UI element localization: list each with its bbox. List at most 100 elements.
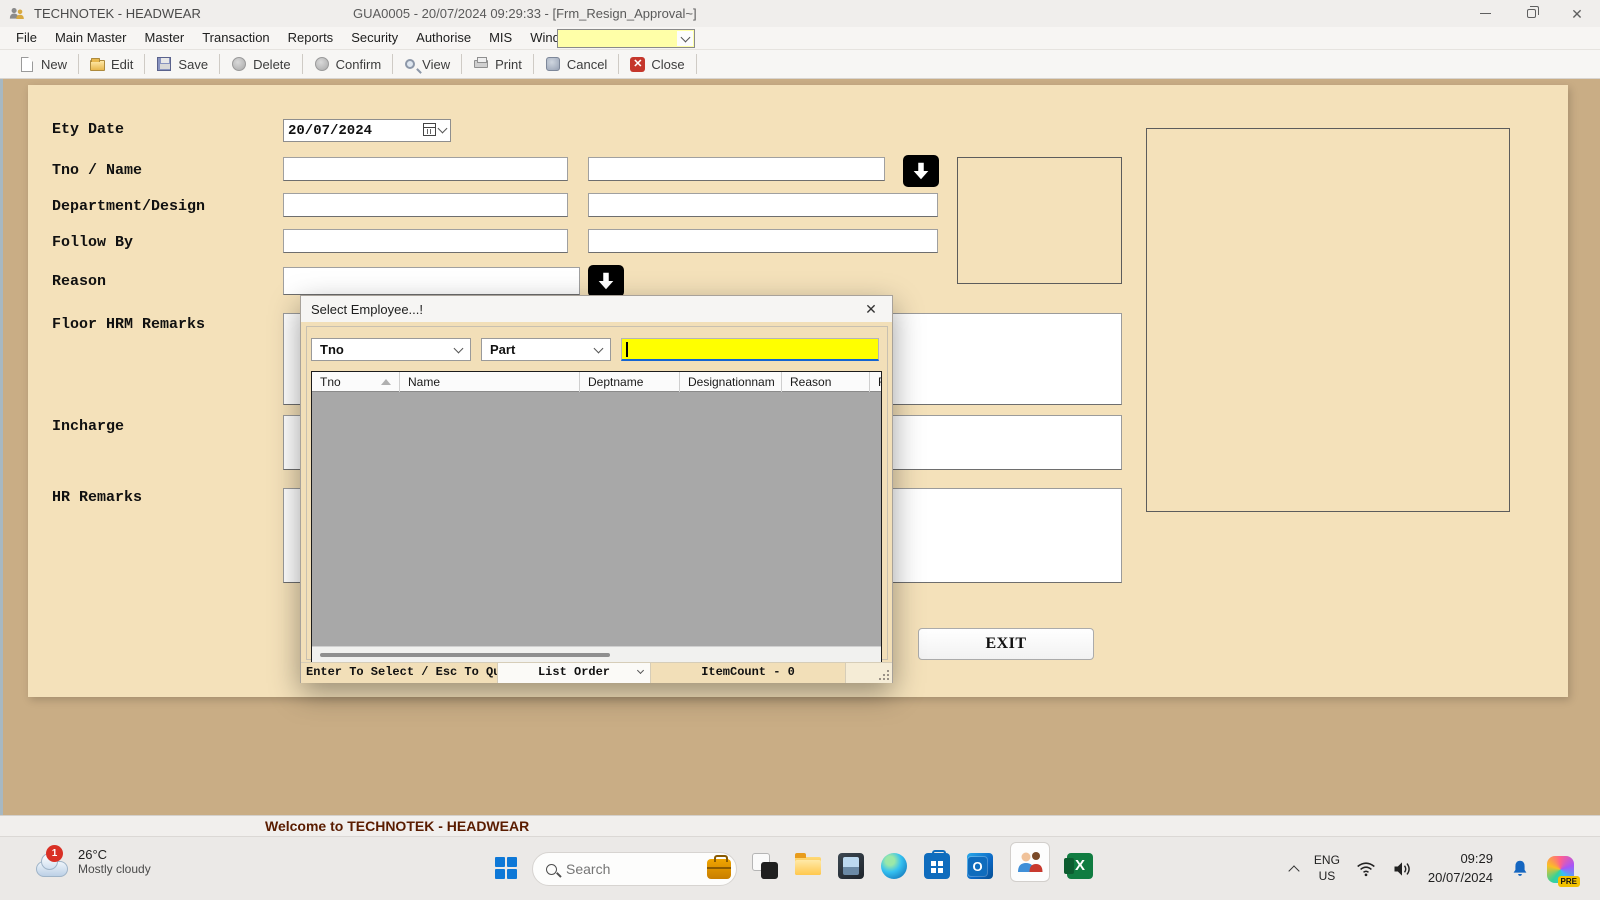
menu-security[interactable]: Security	[342, 27, 407, 49]
language-switcher[interactable]: ENG US	[1314, 853, 1340, 884]
reason-lookup-button[interactable]	[588, 265, 624, 297]
quick-search-combo[interactable]	[557, 29, 695, 48]
notification-bell-icon[interactable]	[1509, 858, 1531, 880]
menu-master[interactable]: Master	[135, 27, 193, 49]
menu-file[interactable]: File	[7, 27, 46, 49]
edit-folder-icon	[90, 60, 105, 71]
save-floppy-icon	[157, 57, 171, 71]
outlook-button[interactable]	[967, 853, 993, 879]
match-mode-combo[interactable]: Part	[481, 338, 611, 361]
task-view-icon-front	[761, 862, 778, 879]
menu-reports[interactable]: Reports	[279, 27, 343, 49]
tno-input[interactable]	[283, 157, 568, 181]
combo-dropdown-button[interactable]	[677, 31, 693, 46]
menu-mis[interactable]: MIS	[480, 27, 521, 49]
window-edge	[0, 79, 3, 815]
task-view-button[interactable]	[752, 853, 778, 879]
copilot-button[interactable]: PRE	[1547, 856, 1574, 883]
grid-body-empty[interactable]	[312, 392, 881, 646]
minimize-button[interactable]	[1462, 0, 1508, 27]
wifi-icon[interactable]	[1356, 859, 1376, 879]
column-tno[interactable]: Tno	[312, 372, 400, 392]
folder-icon	[795, 857, 821, 875]
side-panel-box	[1146, 128, 1510, 512]
exit-button[interactable]: EXIT	[918, 628, 1094, 660]
photos-button[interactable]	[838, 853, 864, 879]
column-deptname[interactable]: Deptname	[580, 372, 680, 392]
system-tray: ENG US 09:29 20/07/2024 PR	[1290, 837, 1574, 900]
employee-search-input[interactable]	[621, 338, 879, 361]
window-title: TECHNOTEK - HEADWEAR	[34, 6, 201, 21]
save-button[interactable]: Save	[145, 52, 219, 76]
search-by-combo[interactable]: Tno	[311, 338, 471, 361]
file-explorer-button[interactable]	[795, 853, 821, 879]
grid-horizontal-scrollbar[interactable]	[312, 646, 881, 662]
menu-transaction[interactable]: Transaction	[193, 27, 278, 49]
column-reason[interactable]: Reason	[782, 372, 870, 392]
excel-button[interactable]	[1067, 853, 1093, 879]
date-picker-controls[interactable]	[423, 123, 446, 136]
ety-date-label: Ety Date	[52, 121, 124, 138]
column-name[interactable]: Name	[400, 372, 580, 392]
dialog-close-button[interactable]: ✕	[850, 296, 892, 322]
clock[interactable]: 09:29 20/07/2024	[1428, 850, 1493, 888]
cancel-label: Cancel	[567, 57, 607, 72]
weather-condition: Mostly cloudy	[78, 862, 151, 876]
titlebar: TECHNOTEK - HEADWEAR GUA0005 - 20/07/202…	[0, 0, 1600, 27]
confirm-button[interactable]: Confirm	[303, 52, 393, 76]
employee-photo-box	[957, 157, 1122, 284]
weather-widget[interactable]: 1 26°C Mostly cloudy	[34, 845, 151, 877]
print-icon	[474, 60, 488, 68]
scrollbar-thumb[interactable]	[320, 653, 610, 657]
view-button[interactable]: View	[393, 52, 461, 76]
volume-icon[interactable]	[1392, 859, 1412, 879]
windows-logo-icon	[507, 869, 517, 879]
search-by-value: Tno	[320, 342, 344, 357]
tray-chevron-up-icon[interactable]	[1288, 865, 1299, 876]
cancel-button[interactable]: Cancel	[534, 52, 618, 76]
microsoft-store-button[interactable]	[924, 853, 950, 879]
screen: TECHNOTEK - HEADWEAR GUA0005 - 20/07/202…	[0, 0, 1600, 900]
menu-authorise[interactable]: Authorise	[407, 27, 480, 49]
technotek-app-button-active[interactable]	[1010, 842, 1050, 882]
grid-header: Tno Name Deptname Designationnam Reason …	[312, 372, 881, 392]
employee-grid[interactable]: Tno Name Deptname Designationnam Reason …	[311, 371, 882, 663]
toolbar-separator	[696, 54, 697, 74]
follow-by-input[interactable]	[283, 229, 568, 253]
close-label: Close	[651, 57, 684, 72]
taskbar-search[interactable]	[532, 852, 737, 886]
search-input[interactable]	[566, 861, 684, 877]
reason-input[interactable]	[283, 267, 580, 295]
designation-input[interactable]	[588, 193, 938, 217]
menu-main-master[interactable]: Main Master	[46, 27, 136, 49]
employee-lookup-button[interactable]	[903, 155, 939, 187]
new-button[interactable]: New	[8, 52, 78, 76]
reason-label: Reason	[52, 273, 106, 290]
follow-by-name-input[interactable]	[588, 229, 938, 253]
chevron-down-icon	[438, 123, 448, 133]
new-label: New	[41, 57, 67, 72]
column-partial[interactable]: F	[870, 372, 881, 392]
column-designation[interactable]: Designationnam	[680, 372, 782, 392]
print-button[interactable]: Print	[462, 52, 533, 76]
employee-name-input[interactable]	[588, 157, 885, 181]
close-button[interactable]: ✕	[1554, 0, 1600, 27]
language-code: ENG	[1314, 853, 1340, 869]
app-statusbar: Welcome to TECHNOTEK - HEADWEAR	[0, 815, 1600, 836]
cloud-icon: 1	[34, 855, 68, 877]
list-order-label: List Order	[538, 665, 610, 679]
menubar: File Main Master Master Transaction Repo…	[0, 27, 1600, 49]
restore-button[interactable]	[1508, 0, 1554, 27]
start-button[interactable]	[495, 857, 517, 879]
list-order-combo[interactable]: List Order	[498, 663, 651, 683]
edit-button[interactable]: Edit	[79, 52, 144, 76]
cancel-icon	[546, 57, 560, 71]
department-input[interactable]	[283, 193, 568, 217]
close-form-button[interactable]: ✕Close	[619, 52, 695, 76]
edge-browser-button[interactable]	[881, 853, 907, 879]
delete-icon	[232, 57, 246, 71]
delete-button[interactable]: Delete	[220, 52, 302, 76]
windows-logo-icon	[495, 857, 505, 867]
dialog-titlebar[interactable]: Select Employee...! ✕	[301, 296, 892, 322]
resize-grip[interactable]	[887, 678, 889, 680]
